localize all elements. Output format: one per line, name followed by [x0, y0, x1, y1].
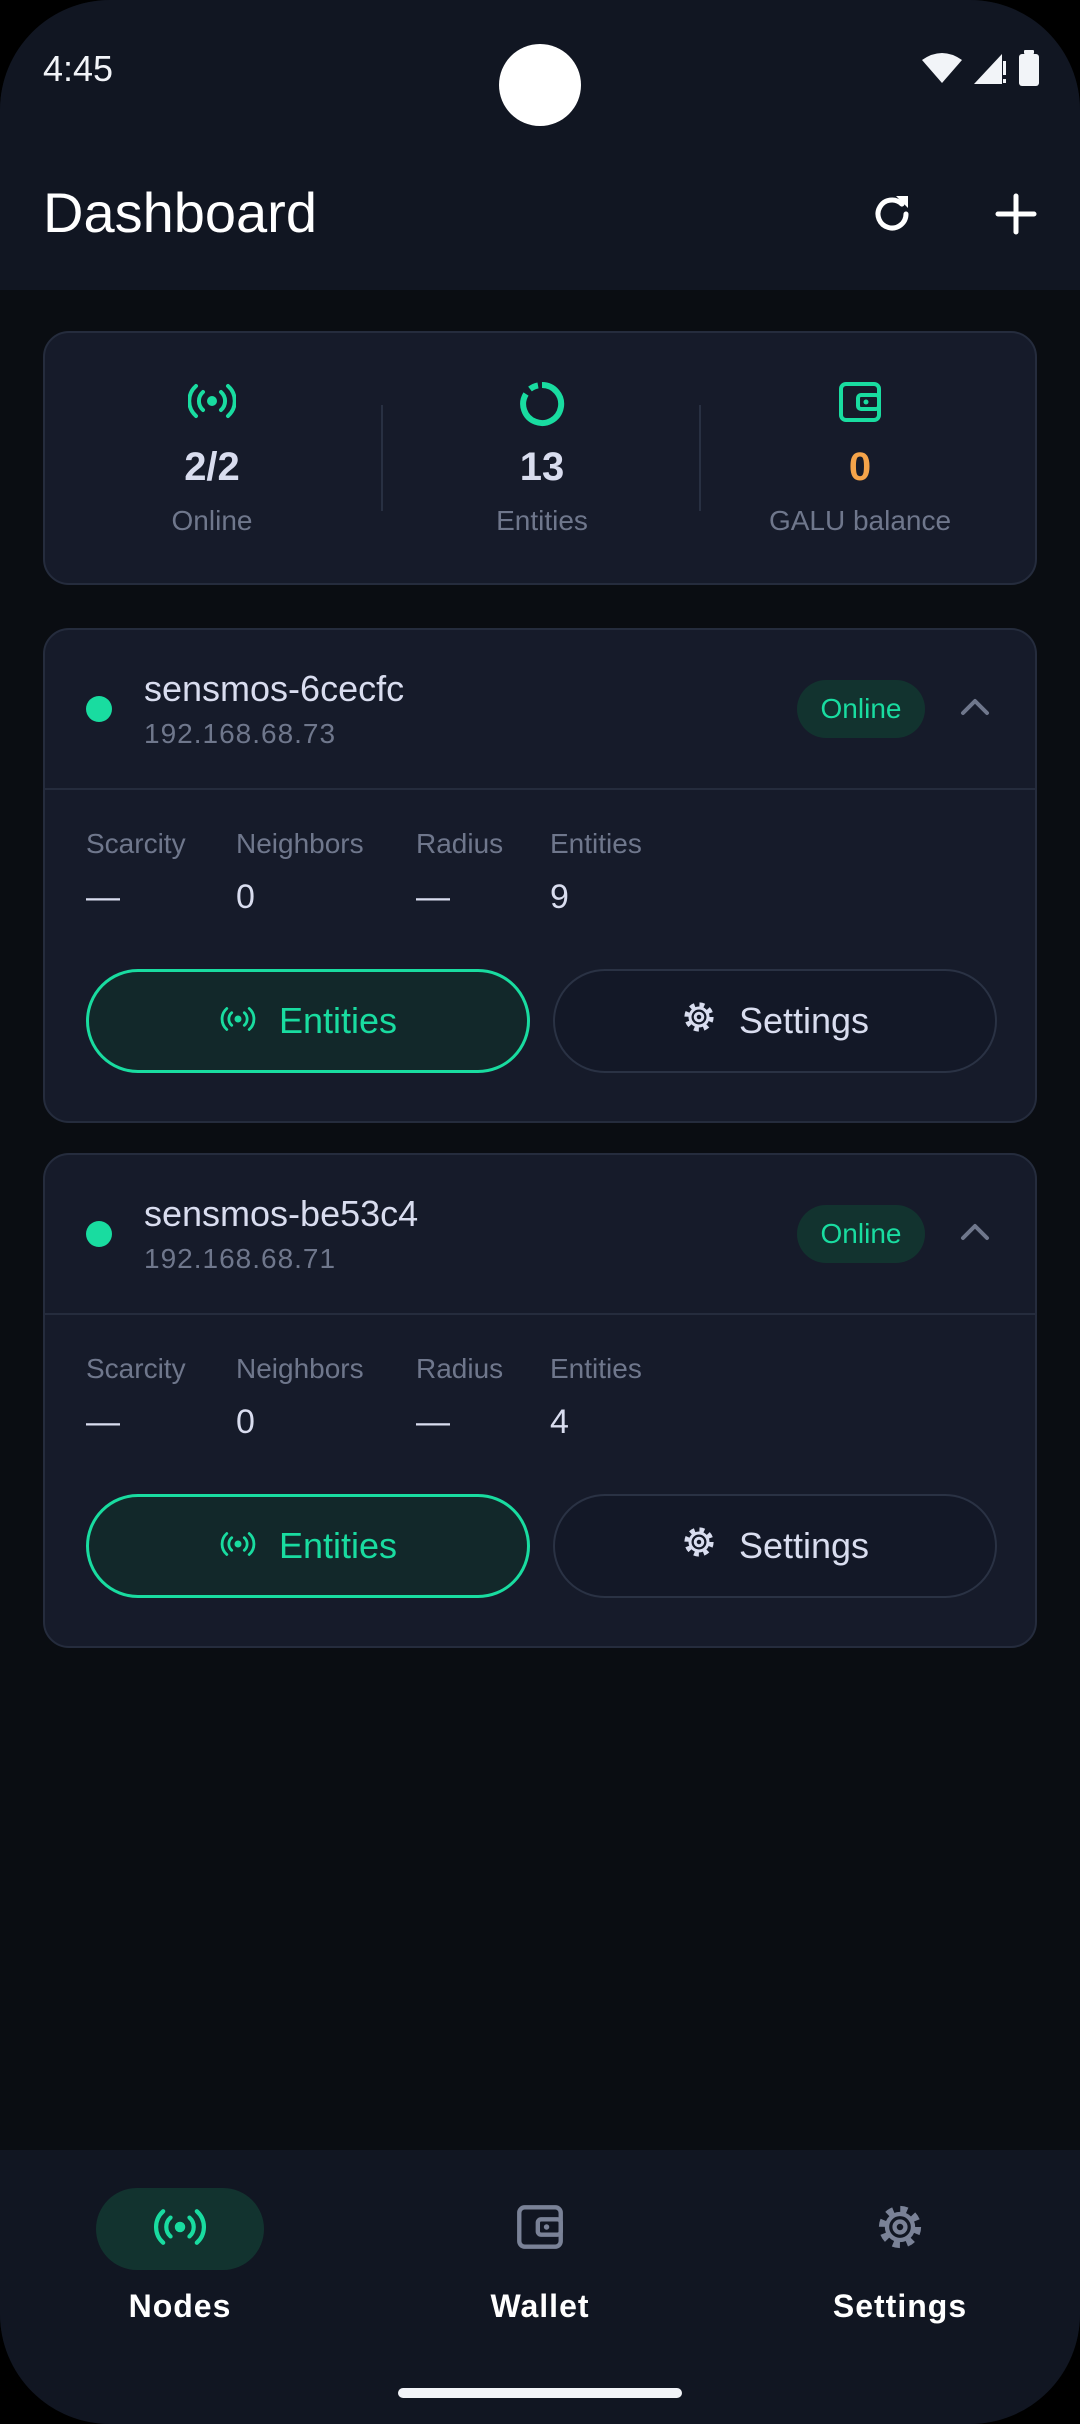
nav-icon-container: [816, 2188, 984, 2270]
node-ip: 192.168.68.73: [144, 718, 337, 749]
collapse-button[interactable]: [953, 1212, 997, 1256]
entities-button[interactable]: Entities: [86, 969, 530, 1073]
entities-button-label: Entities: [278, 1525, 398, 1566]
metric-scarcity: Scarcity —: [86, 1353, 186, 1442]
cellular-signal-icon: [972, 51, 1008, 90]
nav-label: Settings: [832, 2288, 968, 2324]
stat-entities: 13 Entities: [383, 333, 701, 583]
nav-item-settings[interactable]: Settings: [750, 2188, 1050, 2348]
metric-label: Neighbors: [236, 828, 364, 859]
ring-chart-icon: [519, 381, 565, 432]
metric-value: —: [416, 878, 450, 916]
gear-icon: [681, 1524, 717, 1569]
metric-entities: Entities 9: [550, 828, 642, 917]
metric-value: 4: [550, 1403, 569, 1441]
bottom-navigation: Nodes Wallet Settings: [0, 2150, 1080, 2424]
status-bar: 4:45: [0, 0, 1080, 140]
gear-icon: [874, 2201, 926, 2258]
refresh-icon: [868, 190, 916, 243]
chevron-up-icon: [960, 1223, 990, 1246]
node-card-header[interactable]: sensmos-be53c4 192.168.68.71 Online: [45, 1155, 1035, 1315]
metric-label: Neighbors: [236, 1353, 364, 1384]
metric-entities: Entities 4: [550, 1353, 642, 1442]
settings-button[interactable]: Settings: [553, 969, 997, 1073]
online-status-dot: [86, 1221, 112, 1247]
settings-button-label: Settings: [738, 1525, 870, 1566]
camera-cutout: [499, 44, 581, 126]
metric-neighbors: Neighbors 0: [236, 828, 364, 917]
entities-button[interactable]: Entities: [86, 1494, 530, 1598]
node-name: sensmos-be53c4: [144, 1193, 419, 1234]
phone-screen: 4:45 Dashboard 2/2 Online 13 Entities 0 …: [0, 0, 1080, 2424]
broadcast-icon: [219, 1000, 257, 1042]
refresh-button[interactable]: [856, 180, 928, 252]
node-card: sensmos-6cecfc 192.168.68.73 Online Scar…: [43, 628, 1037, 1123]
nav-label: Nodes: [128, 2288, 232, 2324]
status-time: 4:45: [43, 48, 114, 89]
settings-button-label: Settings: [738, 1000, 870, 1041]
metric-label: Scarcity: [86, 1353, 186, 1384]
broadcast-icon: [187, 381, 237, 426]
status-badge: Online: [797, 1205, 925, 1263]
gear-icon: [681, 999, 717, 1044]
wallet-icon: [838, 381, 882, 428]
entities-button-label: Entities: [278, 1000, 398, 1041]
metric-value: 9: [550, 878, 569, 916]
chevron-up-icon: [960, 698, 990, 721]
battery-icon: [1018, 49, 1040, 91]
node-card: sensmos-be53c4 192.168.68.71 Online Scar…: [43, 1153, 1037, 1648]
entities-label: Entities: [496, 505, 588, 536]
metric-value: —: [86, 1403, 120, 1441]
online-status-dot: [86, 696, 112, 722]
app-bar: Dashboard: [0, 140, 1080, 290]
stat-online: 2/2 Online: [53, 333, 371, 583]
metric-label: Entities: [550, 828, 642, 859]
node-name: sensmos-6cecfc: [144, 668, 405, 709]
metric-label: Radius: [416, 828, 504, 859]
metric-value: —: [416, 1403, 450, 1441]
nav-icon-container: [456, 2188, 624, 2270]
summary-card: 2/2 Online 13 Entities 0 GALU balance: [43, 331, 1037, 585]
wallet-icon: [516, 2204, 564, 2255]
metric-value: 0: [236, 878, 255, 916]
entities-count: 13: [519, 445, 565, 489]
nav-item-nodes[interactable]: Nodes: [30, 2188, 330, 2348]
nav-label: Wallet: [490, 2288, 590, 2324]
nav-item-wallet[interactable]: Wallet: [390, 2188, 690, 2348]
node-card-header[interactable]: sensmos-6cecfc 192.168.68.73 Online: [45, 630, 1035, 790]
balance-value: 0: [848, 445, 872, 489]
metric-value: 0: [236, 1403, 255, 1441]
online-count: 2/2: [184, 445, 240, 489]
metric-neighbors: Neighbors 0: [236, 1353, 364, 1442]
broadcast-icon: [219, 1525, 257, 1567]
settings-button[interactable]: Settings: [553, 1494, 997, 1598]
plus-icon: [994, 192, 1038, 241]
home-indicator[interactable]: [398, 2388, 682, 2398]
wifi-icon: [922, 52, 962, 89]
nav-active-indicator: [96, 2188, 264, 2270]
stat-balance: 0 GALU balance: [701, 333, 1019, 583]
collapse-button[interactable]: [953, 687, 997, 731]
balance-label: GALU balance: [768, 505, 952, 536]
metric-label: Scarcity: [86, 828, 186, 859]
node-ip: 192.168.68.71: [144, 1243, 337, 1274]
metric-scarcity: Scarcity —: [86, 828, 186, 917]
metric-label: Entities: [550, 1353, 642, 1384]
status-icons: [922, 49, 1040, 91]
page-title: Dashboard: [43, 181, 317, 244]
metric-radius: Radius —: [416, 828, 503, 917]
metric-value: —: [86, 878, 120, 916]
add-node-button[interactable]: [980, 180, 1052, 252]
online-label: Online: [171, 505, 253, 536]
broadcast-icon: [153, 2206, 207, 2253]
status-badge: Online: [797, 680, 925, 738]
metric-radius: Radius —: [416, 1353, 503, 1442]
metric-label: Radius: [416, 1353, 504, 1384]
